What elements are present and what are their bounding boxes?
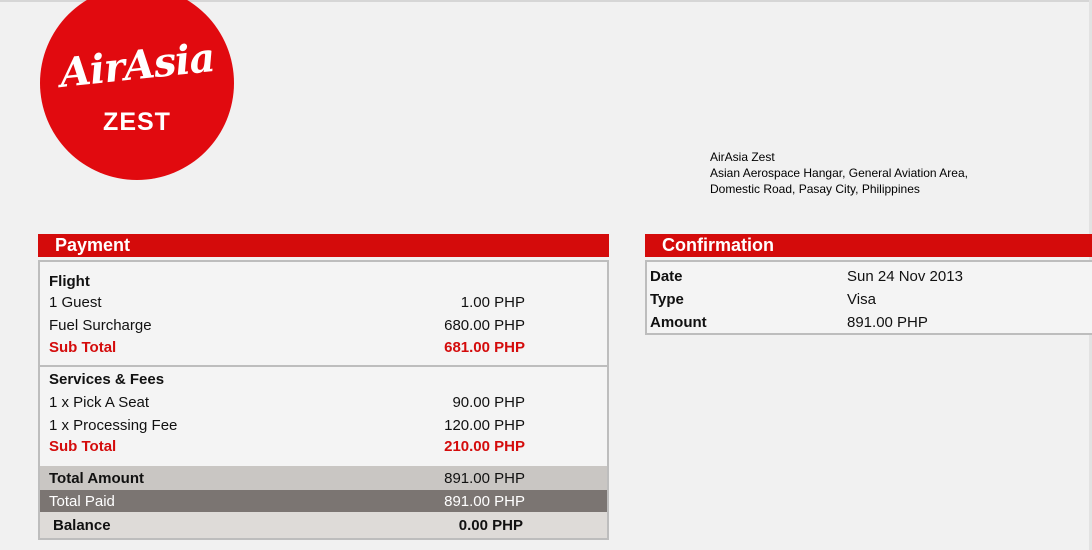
- total-amount-value: 891.00 PHP: [444, 470, 525, 487]
- subtotal-value: 681.00 PHP: [444, 339, 525, 356]
- confirmation-label: Amount: [650, 314, 707, 331]
- subtotal-label: Sub Total: [49, 339, 117, 356]
- address-line-1: AirAsia Zest: [710, 150, 775, 164]
- line-item-value: 120.00 PHP: [444, 417, 525, 434]
- address-line-3: Domestic Road, Pasay City, Philippines: [710, 182, 920, 196]
- balance-band: Balance 0.00 PHP: [40, 512, 607, 538]
- total-amount-row: Total Amount 891.00 PHP: [49, 467, 607, 490]
- confirmation-value: 891.00 PHP: [847, 314, 928, 331]
- services-heading-row: Services & Fees: [49, 368, 607, 391]
- balance-label: Balance: [53, 517, 111, 534]
- line-item-value: 680.00 PHP: [444, 317, 525, 334]
- table-row: Amount 891.00 PHP: [650, 311, 1092, 334]
- company-address: AirAsia Zest Asian Aerospace Hangar, Gen…: [710, 149, 968, 197]
- services-heading: Services & Fees: [49, 371, 165, 388]
- line-item-label: Fuel Surcharge: [49, 317, 152, 334]
- flight-heading: Flight: [49, 273, 90, 290]
- total-paid-band: Total Paid 891.00 PHP: [40, 490, 607, 512]
- total-amount-label: Total Amount: [49, 470, 144, 487]
- total-paid-label: Total Paid: [49, 493, 115, 510]
- line-item-label: 1 x Processing Fee: [49, 417, 178, 434]
- total-paid-value: 891.00 PHP: [444, 493, 525, 510]
- flight-subtotal-row: Sub Total 681.00 PHP: [49, 336, 607, 359]
- total-paid-row: Total Paid 891.00 PHP: [49, 490, 607, 513]
- line-item-value: 90.00 PHP: [452, 394, 525, 411]
- confirmation-value: Visa: [847, 291, 876, 308]
- balance-value: 0.00 PHP: [458, 517, 523, 534]
- table-row: Fuel Surcharge 680.00 PHP: [49, 314, 607, 337]
- payment-header: Payment: [38, 234, 609, 257]
- total-amount-band: Total Amount 891.00 PHP: [40, 466, 607, 490]
- logo-subtitle: ZEST: [103, 108, 171, 136]
- payment-table: Flight 1 Guest 1.00 PHP Fuel Surcharge 6…: [38, 260, 609, 540]
- table-row: Type Visa: [650, 288, 1092, 311]
- confirmation-header: Confirmation: [645, 234, 1092, 257]
- table-row: 1 x Pick A Seat 90.00 PHP: [49, 391, 607, 414]
- line-item-value: 1.00 PHP: [460, 294, 525, 311]
- line-item-label: 1 x Pick A Seat: [49, 394, 150, 411]
- table-row: 1 Guest 1.00 PHP: [49, 291, 607, 314]
- logo-wordmark: AirAsia: [57, 34, 217, 97]
- confirmation-table: Date Sun 24 Nov 2013 Type Visa Amount 89…: [645, 260, 1092, 335]
- section-divider: [40, 365, 607, 367]
- airasia-zest-logo: AirAsia ZEST: [40, 0, 234, 180]
- confirmation-value: Sun 24 Nov 2013: [847, 268, 963, 285]
- table-row: Date Sun 24 Nov 2013: [650, 265, 1092, 288]
- table-row: 1 x Processing Fee 120.00 PHP: [49, 414, 607, 437]
- subtotal-value: 210.00 PHP: [444, 438, 525, 455]
- confirmation-label: Date: [650, 268, 683, 285]
- balance-row: Balance 0.00 PHP: [53, 514, 607, 537]
- confirmation-label: Type: [650, 291, 684, 308]
- flight-heading-row: Flight: [49, 270, 607, 293]
- services-subtotal-row: Sub Total 210.00 PHP: [49, 435, 607, 458]
- line-item-label: 1 Guest: [49, 294, 102, 311]
- subtotal-label: Sub Total: [49, 438, 117, 455]
- address-line-2: Asian Aerospace Hangar, General Aviation…: [710, 166, 968, 180]
